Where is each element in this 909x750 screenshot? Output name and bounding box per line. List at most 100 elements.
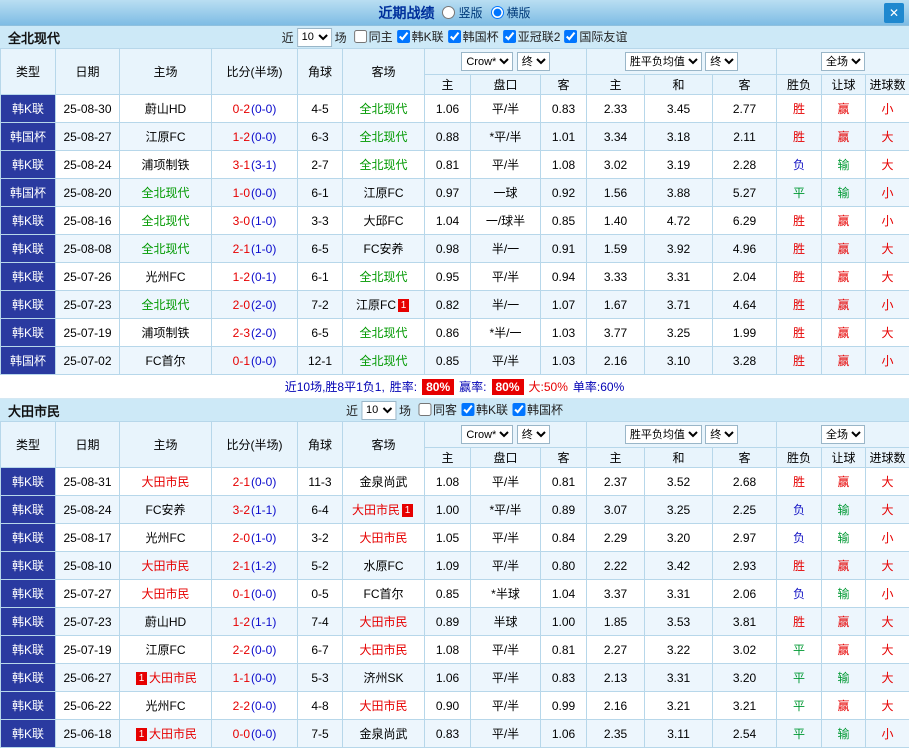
corner-score: 7-2 xyxy=(297,290,343,319)
home-team-name: 光州FC xyxy=(145,531,186,545)
avg-final-select[interactable]: 终 xyxy=(705,52,739,71)
halftime-score: (2-0) xyxy=(251,325,277,340)
scope-select[interactable]: 全场 xyxy=(821,425,866,444)
close-icon[interactable]: ✕ xyxy=(884,3,904,23)
odds-handicap: 平/半 xyxy=(470,523,541,552)
avg-home: 1.67 xyxy=(586,290,646,319)
avg-draw: 3.71 xyxy=(644,290,714,319)
result-wdl: 负 xyxy=(776,523,823,552)
odds-home: 1.00 xyxy=(424,495,471,524)
match-score: 1-1(0-0) xyxy=(211,663,298,692)
filter-option[interactable]: 韩K联 xyxy=(461,401,508,418)
avg-type-select[interactable]: 胜平负均值 xyxy=(624,52,702,71)
header-odds-handicap: 盘口 xyxy=(470,74,541,95)
odds-home: 0.85 xyxy=(424,346,471,375)
odds-final-select[interactable]: 终 xyxy=(516,52,550,71)
result-goals: 大 xyxy=(865,551,909,580)
titlebar-content: 近期战绩 竖版 横版 xyxy=(378,3,530,23)
filter-option[interactable]: 同客 xyxy=(417,401,457,418)
match-date: 25-06-27 xyxy=(55,663,120,692)
corner-score: 6-5 xyxy=(297,318,343,347)
result-goals: 大 xyxy=(865,495,909,524)
odds-home: 1.05 xyxy=(424,523,471,552)
filter-option[interactable]: 同主 xyxy=(353,28,393,45)
filter-option[interactable]: 亚冠联2 xyxy=(502,28,561,45)
corner-score: 5-2 xyxy=(297,551,343,580)
odds-handicap: *平/半 xyxy=(470,122,541,151)
section-header: 全北现代 近 10 场 同主 韩K联 韩国杯 亚冠联2 国际友谊 xyxy=(0,26,909,48)
filter-checkbox[interactable] xyxy=(512,403,526,416)
avg-away: 4.64 xyxy=(712,290,778,319)
odds-company-select[interactable]: Crow* xyxy=(461,52,514,71)
avg-home: 1.56 xyxy=(586,178,646,207)
view-option-vertical[interactable]: 竖版 xyxy=(442,4,483,21)
filter-checkbox[interactable] xyxy=(417,403,431,416)
filter-option[interactable]: 韩国杯 xyxy=(447,28,499,45)
odds-handicap: 平/半 xyxy=(470,551,541,580)
odds-handicap: *半/一 xyxy=(470,318,541,347)
odds-home: 0.98 xyxy=(424,234,471,263)
scope-select[interactable]: 全场 xyxy=(821,52,866,71)
odds-home: 0.97 xyxy=(424,178,471,207)
match-row: 韩K联 25-08-24 浦项制铁 3-1(3-1) 2-7 全北现代 0.81 平/半 1.0… xyxy=(0,150,909,179)
fulltime-score: 2-1 xyxy=(232,474,250,489)
match-count-select[interactable]: 10 xyxy=(360,400,396,420)
result-handicap: 赢 xyxy=(821,346,867,375)
result-wdl: 胜 xyxy=(776,290,823,319)
odds-final-select[interactable]: 终 xyxy=(516,425,550,444)
header-away: 客场 xyxy=(342,48,425,95)
vertical-radio[interactable] xyxy=(442,6,456,19)
result-goals: 大 xyxy=(865,607,909,636)
view-option-horizontal[interactable]: 横版 xyxy=(490,4,531,21)
away-team-name: 金泉尚武 xyxy=(359,727,408,741)
avg-draw: 3.53 xyxy=(644,607,714,636)
avg-home: 2.29 xyxy=(586,523,646,552)
filter-option[interactable]: 韩国杯 xyxy=(512,401,563,418)
avg-home: 3.37 xyxy=(586,579,646,608)
match-count-select[interactable]: 10 xyxy=(296,27,332,47)
result-goals: 大 xyxy=(865,234,909,263)
result-handicap: 输 xyxy=(821,150,867,179)
avg-home: 2.27 xyxy=(586,635,646,664)
result-handicap: 赢 xyxy=(821,467,867,496)
avg-away: 2.28 xyxy=(712,150,778,179)
result-wdl: 平 xyxy=(776,663,823,692)
horizontal-radio[interactable] xyxy=(490,6,504,19)
league-badge: 韩K联 xyxy=(0,467,56,496)
odds-home: 0.83 xyxy=(424,719,471,748)
corner-score: 7-5 xyxy=(297,719,343,748)
match-date: 25-08-20 xyxy=(55,178,120,207)
match-score: 2-3(2-0) xyxy=(211,318,298,347)
match-row: 韩K联 25-07-19 江原FC 2-2(0-0) 6-7 大田市民 1.08 平/半 0.8… xyxy=(0,635,909,664)
filter-checkbox[interactable] xyxy=(353,30,367,43)
filter-option[interactable]: 国际友谊 xyxy=(564,28,627,45)
header-away: 客场 xyxy=(342,421,425,468)
corner-score: 7-4 xyxy=(297,607,343,636)
match-score: 2-2(0-0) xyxy=(211,691,298,720)
filter-checkbox[interactable] xyxy=(564,30,578,43)
home-team-name: FC安养 xyxy=(145,503,186,517)
filter-label: 亚冠联2 xyxy=(517,30,561,44)
result-wdl: 胜 xyxy=(776,234,823,263)
filter-checkbox[interactable] xyxy=(502,30,516,43)
filter-checkbox[interactable] xyxy=(461,403,475,416)
filter-checkbox[interactable] xyxy=(396,30,410,43)
result-handicap: 赢 xyxy=(821,635,867,664)
home-team-cell: 江原FC xyxy=(119,122,212,151)
odds-company-select[interactable]: Crow* xyxy=(461,425,514,444)
avg-away: 3.28 xyxy=(712,346,778,375)
odds-handicap: 半球 xyxy=(470,607,541,636)
avg-away: 2.04 xyxy=(712,262,778,291)
avg-final-select[interactable]: 终 xyxy=(705,425,739,444)
match-score: 1-2(0-0) xyxy=(211,122,298,151)
avg-type-select[interactable]: 胜平负均值 xyxy=(624,425,702,444)
avg-group-header: 胜平负均值 终 xyxy=(586,421,778,448)
header-avg-home: 主 xyxy=(586,447,646,468)
odds-home: 0.88 xyxy=(424,122,471,151)
filter-checkbox[interactable] xyxy=(447,30,461,43)
filter-option[interactable]: 韩K联 xyxy=(396,28,444,45)
header-corner: 角球 xyxy=(297,48,343,95)
odds-away: 0.83 xyxy=(539,94,588,123)
fulltime-score: 1-1 xyxy=(232,670,250,685)
fulltime-score: 3-2 xyxy=(232,502,250,517)
